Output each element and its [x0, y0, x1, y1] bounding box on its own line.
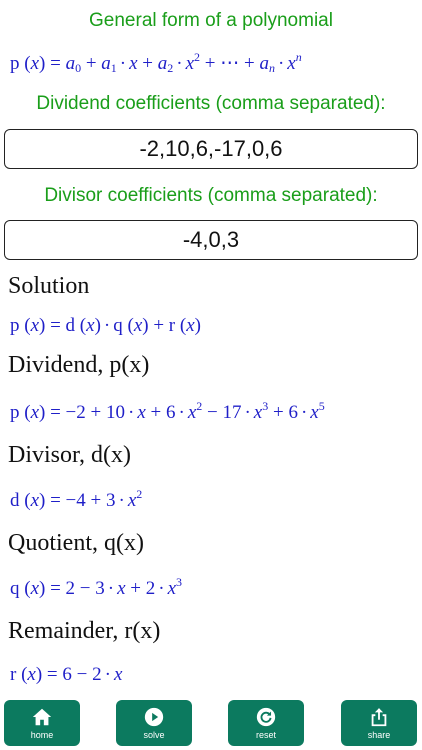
- share-icon: [371, 708, 387, 727]
- solution-formula: p (x) = d (x) · q (x) + r (x): [10, 315, 201, 336]
- reset-label: reset: [255, 730, 276, 740]
- share-label: share: [367, 730, 391, 740]
- remainder-title: Remainder, r(x): [8, 618, 161, 644]
- solution-title: Solution: [8, 273, 90, 299]
- reset-icon: [256, 707, 276, 727]
- remainder-formula: r (x) = 6 − 2 · x: [10, 664, 123, 685]
- home-icon: [32, 708, 52, 726]
- home-button[interactable]: home: [4, 700, 80, 746]
- general-form-title: General form of a polynomial: [89, 10, 333, 31]
- general-form-formula: p (x) = a0 + a1 · x + a2 · x2 + ⋯ + an · xn: [10, 50, 302, 75]
- share-button[interactable]: share: [341, 700, 417, 746]
- solve-button[interactable]: solve: [116, 700, 192, 746]
- reset-button[interactable]: reset: [228, 700, 304, 746]
- divisor-label: Divisor coefficients (comma separated):: [44, 185, 378, 206]
- dividend-title: Dividend, p(x): [8, 352, 150, 378]
- dividend-label: Dividend coefficients (comma separated):: [36, 93, 386, 114]
- divisor-input[interactable]: -4,0,3: [4, 220, 418, 260]
- bottom-toolbar: home solve reset share: [0, 700, 422, 750]
- divisor-formula: d (x) = −4 + 3 · x2: [10, 487, 143, 511]
- quotient-formula: q (x) = 2 − 3 · x + 2 · x3: [10, 575, 183, 599]
- quotient-title: Quotient, q(x): [8, 530, 144, 556]
- dividend-input[interactable]: -2,10,6,-17,0,6: [4, 129, 418, 169]
- divisor-title: Divisor, d(x): [8, 442, 132, 468]
- dividend-formula: p (x) = −2 + 10 · x + 6 · x2 − 17 · x3 + 6 · x5: [10, 399, 325, 423]
- play-icon: [144, 707, 164, 727]
- home-label: home: [30, 730, 54, 740]
- solve-label: solve: [143, 730, 165, 740]
